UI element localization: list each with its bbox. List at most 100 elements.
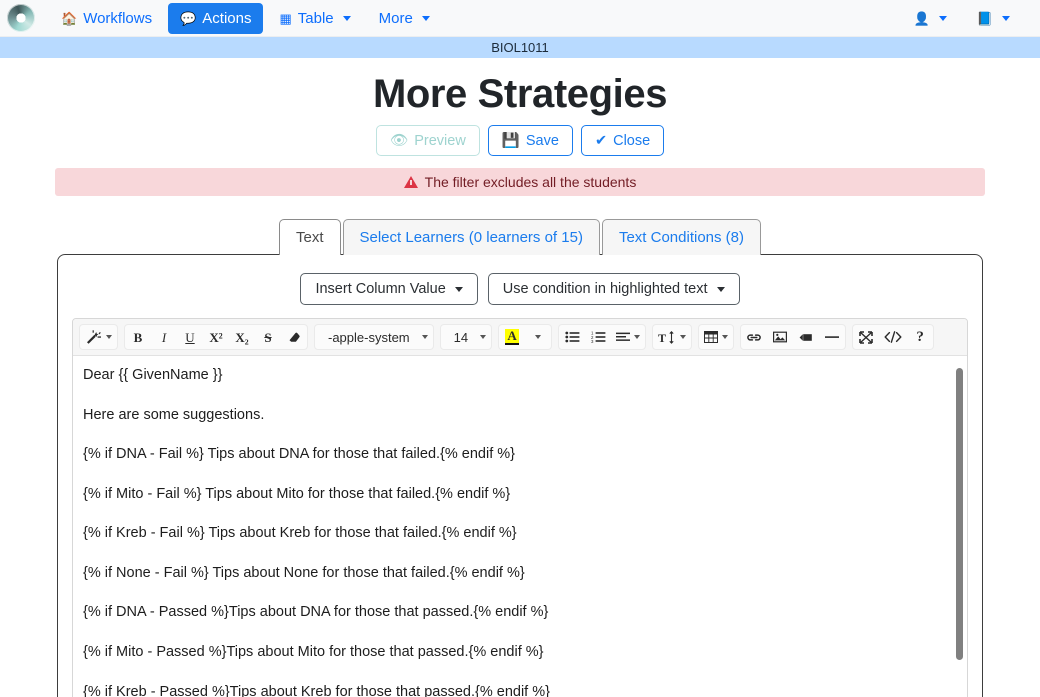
paragraph-align-icon[interactable] [611, 325, 645, 349]
eraser-icon[interactable] [281, 325, 307, 349]
editor-content[interactable]: Dear {{ GivenName }} Here are some sugge… [73, 356, 967, 697]
filter-warning-message: The filter excludes all the students [424, 174, 637, 190]
warning-triangle-icon [403, 176, 418, 188]
font-color-dropdown[interactable] [525, 325, 551, 349]
chevron-down-icon [454, 286, 463, 292]
editor-scrollbar[interactable] [955, 356, 965, 697]
insert-column-value-label: Insert Column Value [315, 281, 446, 297]
editor-scrollbar-thumb[interactable] [956, 368, 963, 660]
save-button[interactable]: 💾 Save [487, 125, 573, 156]
toolbar-group-fontsize: 14 [439, 324, 493, 350]
chevron-down-icon [716, 286, 725, 292]
toolbar-group-lists: 1 2 3 [558, 324, 647, 350]
chevron-down-icon [342, 15, 351, 21]
chevron-down-icon [421, 15, 430, 21]
insert-controls-row: Insert Column Value Use condition in hig… [72, 273, 968, 305]
editor-line: {% if None - Fail %} Tips about None for… [83, 564, 525, 581]
filter-warning-alert: The filter excludes all the students [55, 168, 985, 196]
font-size-select[interactable]: 14 [441, 325, 491, 349]
svg-text:T: T [658, 331, 666, 344]
editor-line: Here are some suggestions. [83, 406, 265, 423]
editor-line: {% if Kreb - Fail %} Tips about Kreb for… [83, 525, 517, 542]
chevron-down-icon [634, 335, 641, 339]
strikethrough-button[interactable]: S [255, 325, 281, 349]
table-icon: ▦ [279, 10, 292, 26]
svg-text:3: 3 [591, 339, 594, 343]
nav-item-more[interactable]: More [367, 3, 442, 34]
video-icon[interactable] [793, 325, 819, 349]
code-view-icon[interactable] [879, 325, 907, 349]
nav-item-workflows[interactable]: 🏠 Workflows [49, 3, 164, 34]
chevron-down-icon [1002, 15, 1010, 21]
nav-item-table[interactable]: ▦ Table [267, 3, 362, 34]
tab-text-conditions[interactable]: Text Conditions (8) [601, 219, 762, 255]
home-icon: 🏠 [61, 10, 78, 26]
check-icon: ✔ [594, 132, 608, 149]
nav-item-more-label: More [378, 9, 413, 27]
nav-item-actions-label: Actions [202, 9, 252, 27]
floppy-disk-icon: 💾 [501, 133, 520, 149]
ontask-logo-icon[interactable] [7, 4, 35, 32]
superscript-button[interactable]: X² [203, 325, 229, 349]
style-wand-icon[interactable] [80, 325, 117, 349]
editor-line: {% if Mito - Passed %}Tips about Mito fo… [83, 643, 544, 660]
fullscreen-icon[interactable] [853, 325, 879, 349]
chevron-down-icon [680, 335, 687, 339]
editor-line: {% if DNA - Passed %}Tips about DNA for … [83, 604, 549, 621]
book-icon: 📘 [976, 10, 993, 26]
font-size-value: 14 [453, 329, 469, 345]
bold-button[interactable]: B [125, 325, 151, 349]
underline-button[interactable]: U [177, 325, 203, 349]
tab-select-learners[interactable]: Select Learners (0 learners of 15) [342, 219, 600, 255]
use-condition-dropdown[interactable]: Use condition in highlighted text [487, 273, 740, 305]
table-icon[interactable] [699, 325, 733, 349]
editor-body-area[interactable]: Dear {{ GivenName }} Here are some sugge… [73, 356, 967, 697]
italic-button[interactable]: I [151, 325, 177, 349]
link-icon[interactable] [741, 325, 767, 349]
eye-icon: 👁 [389, 133, 409, 149]
chevron-down-icon [722, 335, 729, 339]
save-button-label: Save [525, 132, 559, 149]
numbered-list-icon[interactable]: 1 2 3 [585, 325, 611, 349]
subscript-button[interactable]: X₂ [229, 325, 255, 349]
text-editor-card: Insert Column Value Use condition in hig… [57, 254, 983, 697]
chevron-down-icon [421, 335, 428, 339]
chevron-down-icon [938, 15, 947, 21]
help-button[interactable]: ? [907, 325, 933, 349]
preview-button-label: Preview [414, 132, 466, 149]
toolbar-group-view: ? [852, 324, 935, 350]
font-family-select[interactable]: -apple-system [315, 325, 433, 349]
editor-line: {% if DNA - Fail %} Tips about DNA for t… [83, 446, 516, 463]
editor-line: Dear {{ GivenName }} [83, 367, 223, 383]
editor-line: {% if Kreb - Passed %}Tips about Kreb fo… [83, 683, 550, 697]
nav-item-table-label: Table [297, 9, 334, 27]
editor-tabs: Text Select Learners (0 learners of 15) … [0, 218, 1040, 255]
toolbar-group-fontname: -apple-system [314, 324, 434, 350]
font-family-value: -apple-system [328, 329, 410, 345]
chevron-down-icon [106, 335, 112, 339]
nav-item-docs-menu[interactable]: 📘 [969, 5, 1018, 32]
nav-item-actions[interactable]: 💬 Actions [168, 2, 264, 34]
navbar-right-group: 👤 📘 [906, 5, 1030, 32]
close-button[interactable]: ✔ Close [580, 125, 665, 156]
comments-icon: 💬 [180, 10, 197, 26]
action-button-row: 👁 Preview 💾 Save ✔ Close [0, 125, 1040, 156]
toolbar-group-color: A [498, 324, 553, 350]
line-height-icon[interactable]: T [653, 325, 691, 349]
tab-text[interactable]: Text [278, 219, 341, 255]
top-navbar: 🏠 Workflows 💬 Actions ▦ Table More 👤 📘 [0, 0, 1040, 37]
nav-item-user-menu[interactable]: 👤 [906, 5, 955, 32]
toolbar-group-insert [740, 324, 847, 350]
horizontal-rule-icon[interactable] [819, 325, 845, 349]
chevron-down-icon [535, 335, 542, 339]
page-title: More Strategies [372, 72, 668, 116]
image-icon[interactable] [767, 325, 793, 349]
course-banner: BIOL1011 [0, 37, 1040, 58]
insert-column-value-dropdown[interactable]: Insert Column Value [300, 273, 478, 305]
font-color-button[interactable]: A [499, 325, 525, 349]
rich-text-editor: B I U X² X₂ S -apple-system 14 A 1 2 3 T… [72, 318, 968, 697]
use-condition-label: Use condition in highlighted text [502, 281, 708, 297]
preview-button[interactable]: 👁 Preview [375, 125, 480, 156]
bullet-list-icon[interactable] [559, 325, 585, 349]
toolbar-group-style [79, 324, 118, 350]
